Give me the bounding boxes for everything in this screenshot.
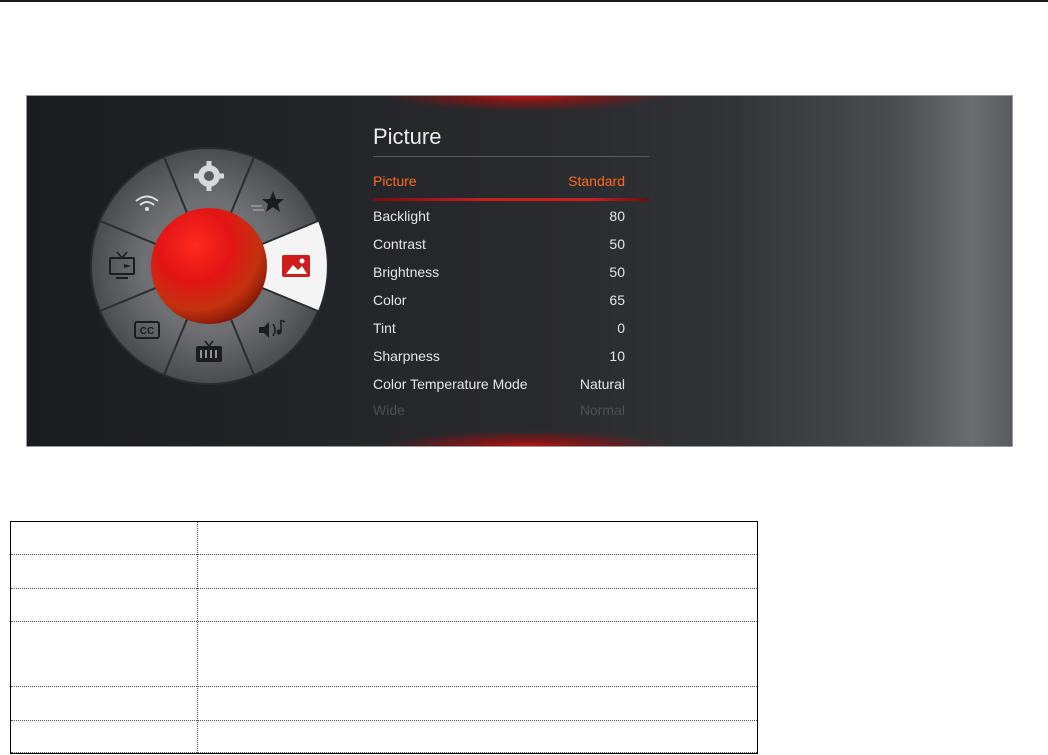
title-divider (373, 156, 649, 157)
table-column-divider (197, 522, 198, 753)
table-row (11, 589, 757, 622)
menu-item-backlight[interactable]: Backlight 80 (373, 208, 625, 228)
menu-item-value: 50 (609, 264, 625, 280)
menu-item-label: Picture (373, 173, 417, 189)
menu-item-label: Color (373, 292, 407, 308)
menu-item-color-temperature[interactable]: Color Temperature Mode Natural (373, 376, 625, 396)
spec-table (10, 521, 758, 754)
picture-icon[interactable] (282, 255, 310, 277)
top-rule (0, 0, 1048, 2)
menu-wheel: CC (89, 146, 329, 386)
menu-item-value: Natural (579, 376, 625, 392)
menu-item-color[interactable]: Color 65 (373, 292, 625, 312)
menu-item-label: Wide (373, 402, 405, 418)
table-row (11, 555, 757, 589)
wheel-center-sphere (151, 208, 267, 324)
picture-menu-panel: Picture Picture Standard Backlight 80 Co… (373, 96, 663, 446)
svg-text:CC: CC (140, 326, 154, 337)
menu-item-sharpness[interactable]: Sharpness 10 (373, 348, 625, 368)
menu-item-contrast[interactable]: Contrast 50 (373, 236, 625, 256)
menu-item-value: 65 (609, 292, 625, 308)
table-row (11, 522, 757, 555)
menu-item-label: Backlight (373, 208, 430, 224)
table-row (11, 721, 757, 753)
menu-title: Picture (373, 124, 442, 149)
menu-item-value: Normal (579, 402, 625, 418)
menu-item-value: 80 (609, 208, 625, 224)
menu-item-tint[interactable]: Tint 0 (373, 320, 625, 340)
menu-item-wide[interactable]: Wide Normal (373, 402, 625, 422)
menu-item-value: 0 (617, 320, 625, 336)
menu-item-value: 50 (609, 236, 625, 252)
menu-item-picture-mode[interactable]: Picture Standard (373, 173, 625, 193)
menu-item-label: Sharpness (373, 348, 440, 364)
menu-item-label: Brightness (373, 264, 440, 280)
menu-item-label: Tint (373, 320, 396, 336)
menu-item-label: Contrast (373, 236, 426, 252)
menu-item-value: Standard (568, 173, 625, 189)
menu-item-label: Color Temperature Mode (373, 376, 528, 392)
table-row (11, 687, 757, 721)
menu-item-value: 10 (609, 348, 625, 364)
table-row (11, 622, 757, 687)
menu-item-brightness[interactable]: Brightness 50 (373, 264, 625, 284)
selection-underline (373, 198, 649, 201)
tv-screen: CC Picture Picture Standard Backlight 80… (26, 95, 1013, 447)
